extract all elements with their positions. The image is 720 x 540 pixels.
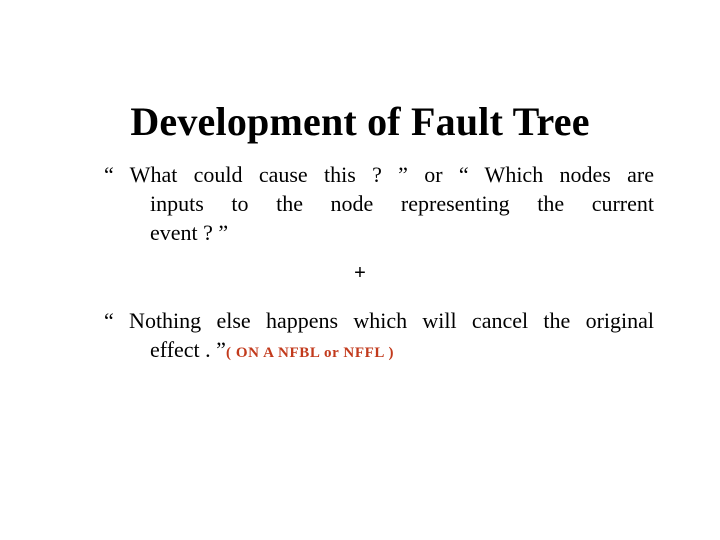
condition-line-1: “ Nothing else happens which will cancel… — [104, 308, 654, 333]
slide-canvas: Development of Fault Tree “ What could c… — [0, 0, 720, 540]
question-line-2: inputs to the node representing the curr… — [150, 191, 654, 216]
question-paragraph: “ What could cause this ? ” or “ Which n… — [58, 160, 654, 247]
condition-line-2: effect . ”( ON A NFBL or NFFL ) — [104, 335, 654, 368]
plus-operator-icon: + — [354, 262, 366, 284]
question-paragraph-block: “ What could cause this ? ” or “ Which n… — [58, 160, 654, 247]
plus-operator-row: + — [58, 258, 654, 287]
page-title: Development of Fault Tree — [130, 98, 590, 144]
condition-line-2-text: effect . ” — [150, 337, 226, 362]
condition-paragraph: “ Nothing else happens which will cancel… — [58, 306, 654, 368]
acronym-annotation: ( ON A NFBL or NFFL ) — [225, 345, 395, 361]
condition-paragraph-block: “ Nothing else happens which will cancel… — [58, 306, 654, 368]
question-line-1: “ What could cause this ? ” or “ Which n… — [104, 162, 654, 187]
question-line-3: event ? ” — [150, 220, 229, 245]
